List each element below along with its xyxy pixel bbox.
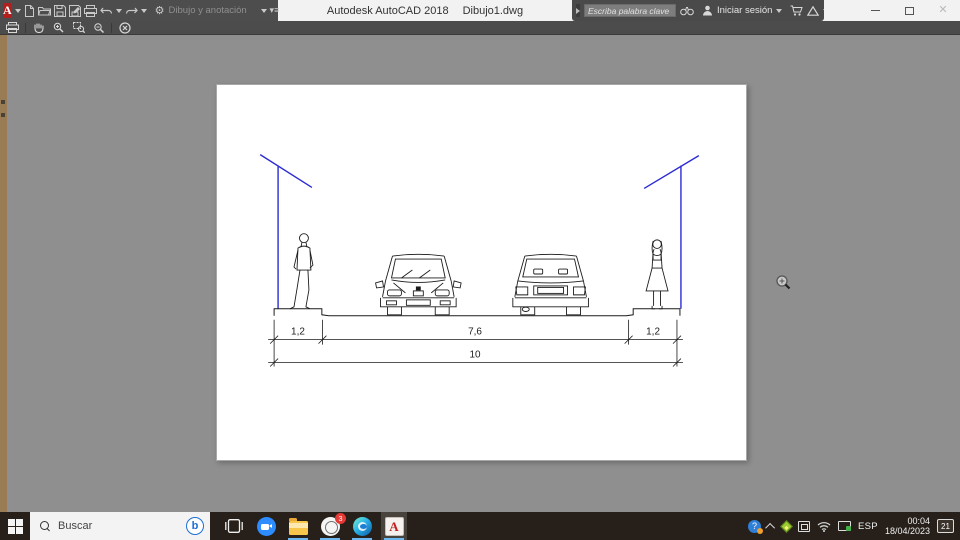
task-view-button[interactable] [221,512,247,540]
app-title: Autodesk AutoCAD 2018 [326,4,449,17]
app-store-cart-icon[interactable] [790,5,804,16]
plot-button[interactable] [5,20,20,35]
pedestrian-man [289,233,314,310]
save-as-icon[interactable] [68,3,81,18]
autocad-logo-icon[interactable]: A [3,3,12,18]
taskbar-app-edge[interactable] [349,512,375,540]
redo-caret-icon[interactable] [140,8,147,13]
close-preview-icon[interactable] [117,20,132,35]
clock-time: 00:04 [907,516,930,526]
infocenter-collapse-icon[interactable] [576,4,580,17]
undo-icon[interactable] [99,3,113,18]
maximize-button[interactable] [892,0,926,21]
clock[interactable]: 00:04 18/04/2023 [885,516,930,536]
infocenter-search-input[interactable] [584,4,676,17]
user-icon [702,5,713,16]
tray-chevron-up-icon[interactable] [765,522,776,533]
desktop-icon-fragment [1,100,5,104]
dim-total: 10 [470,350,482,361]
plot-icon[interactable] [83,3,97,18]
minimize-button[interactable] [858,0,892,21]
street-lamp-right [643,155,700,309]
zoom-previous-icon[interactable] [91,20,106,35]
language-indicator[interactable]: ESP [858,521,878,532]
infocenter: Iniciar sesión ? [572,0,860,21]
car-front-view [375,253,462,316]
dim-roadway: 7,6 [468,327,482,338]
tray-wifi-icon[interactable] [817,521,831,532]
messaging-badge: 3 [335,513,346,524]
quick-access-toolbar: A ⚙ Dibujo y anotación ▾≡ [0,0,279,21]
workspace-label: Dibujo y anotación [168,5,247,16]
autocad-taskbar-icon: A [384,516,404,536]
tray-app-window-icon[interactable] [798,520,811,532]
divider [25,22,26,33]
dim-right-sidewalk: 1,2 [646,327,660,338]
taskbar-app-autocad[interactable]: A [381,512,407,540]
tray-display-icon[interactable] [838,521,852,531]
taskbar-search[interactable]: Buscar b [30,512,210,540]
maximize-icon [904,6,914,15]
street-cross-section-drawing: 1,2 7,6 1,2 10 [259,154,700,367]
sign-in-button[interactable]: Iniciar sesión [717,5,772,16]
taskbar: Buscar b 3 A ? ESP 00:04 18/04/2023 21 [0,512,960,540]
pedestrian-woman [645,239,669,310]
plot-preview-sheet: 1,2 7,6 1,2 10 [216,84,747,461]
windows-logo-icon [7,518,23,534]
dim-left-sidewalk: 1,2 [291,327,305,338]
plot-preview-canvas[interactable]: 1,2 7,6 1,2 10 [0,35,960,512]
window-controls: ✕ [824,0,960,21]
zoom-realtime-cursor [775,274,793,297]
app-menu-caret-icon[interactable] [14,8,21,13]
ground-profile [273,308,681,317]
car-rear-view [512,253,589,316]
taskbar-app-zoom[interactable] [253,512,279,540]
pan-hand-icon[interactable] [31,20,46,35]
taskbar-app-messaging[interactable]: 3 [317,512,346,540]
tray-antivirus-icon[interactable] [780,519,793,533]
zoom-window-icon[interactable] [71,20,86,35]
titlebar: A ⚙ Dibujo y anotación ▾≡ Autodesk AutoC… [0,0,960,21]
zoom-app-icon [256,516,276,536]
close-icon: ✕ [938,4,948,16]
divider [111,22,112,33]
taskbar-app-file-explorer[interactable] [285,512,311,540]
sign-in-caret-icon[interactable] [776,8,783,13]
task-view-icon [225,519,243,533]
open-folder-icon[interactable] [37,3,51,18]
file-explorer-icon [288,517,308,535]
new-file-icon[interactable] [24,3,35,18]
street-lamp-left [259,154,313,309]
workspace-gear-icon: ⚙ [154,5,165,17]
redo-icon[interactable] [125,3,138,18]
minimize-icon [870,10,880,11]
desktop-icon-fragment [1,113,5,117]
notification-center-button[interactable]: 21 [937,519,954,533]
close-button[interactable]: ✕ [926,0,960,21]
save-icon[interactable] [53,3,66,18]
window-title: Autodesk AutoCAD 2018 Dibujo1.dwg [278,0,572,21]
bing-chat-icon[interactable]: b [186,517,204,535]
undo-caret-icon[interactable] [115,8,122,13]
workspace-caret-icon [260,8,267,13]
document-title: Dibujo1.dwg [462,4,524,17]
clock-date: 18/04/2023 [884,526,930,536]
desktop-edge-strip [0,35,7,512]
zoom-realtime-icon[interactable] [51,20,66,35]
search-icon [40,521,50,531]
edge-icon [352,516,372,536]
a360-icon[interactable] [807,5,820,16]
taskbar-search-placeholder: Buscar [58,520,93,532]
plot-preview-toolbar [0,21,960,35]
workspace-switcher[interactable]: ⚙ Dibujo y anotación [155,4,267,17]
tray-help-icon[interactable]: ? [748,519,764,534]
system-tray: ? ESP 00:04 18/04/2023 21 [748,516,960,536]
start-button[interactable] [0,512,30,540]
search-binoculars-icon[interactable] [680,5,694,16]
